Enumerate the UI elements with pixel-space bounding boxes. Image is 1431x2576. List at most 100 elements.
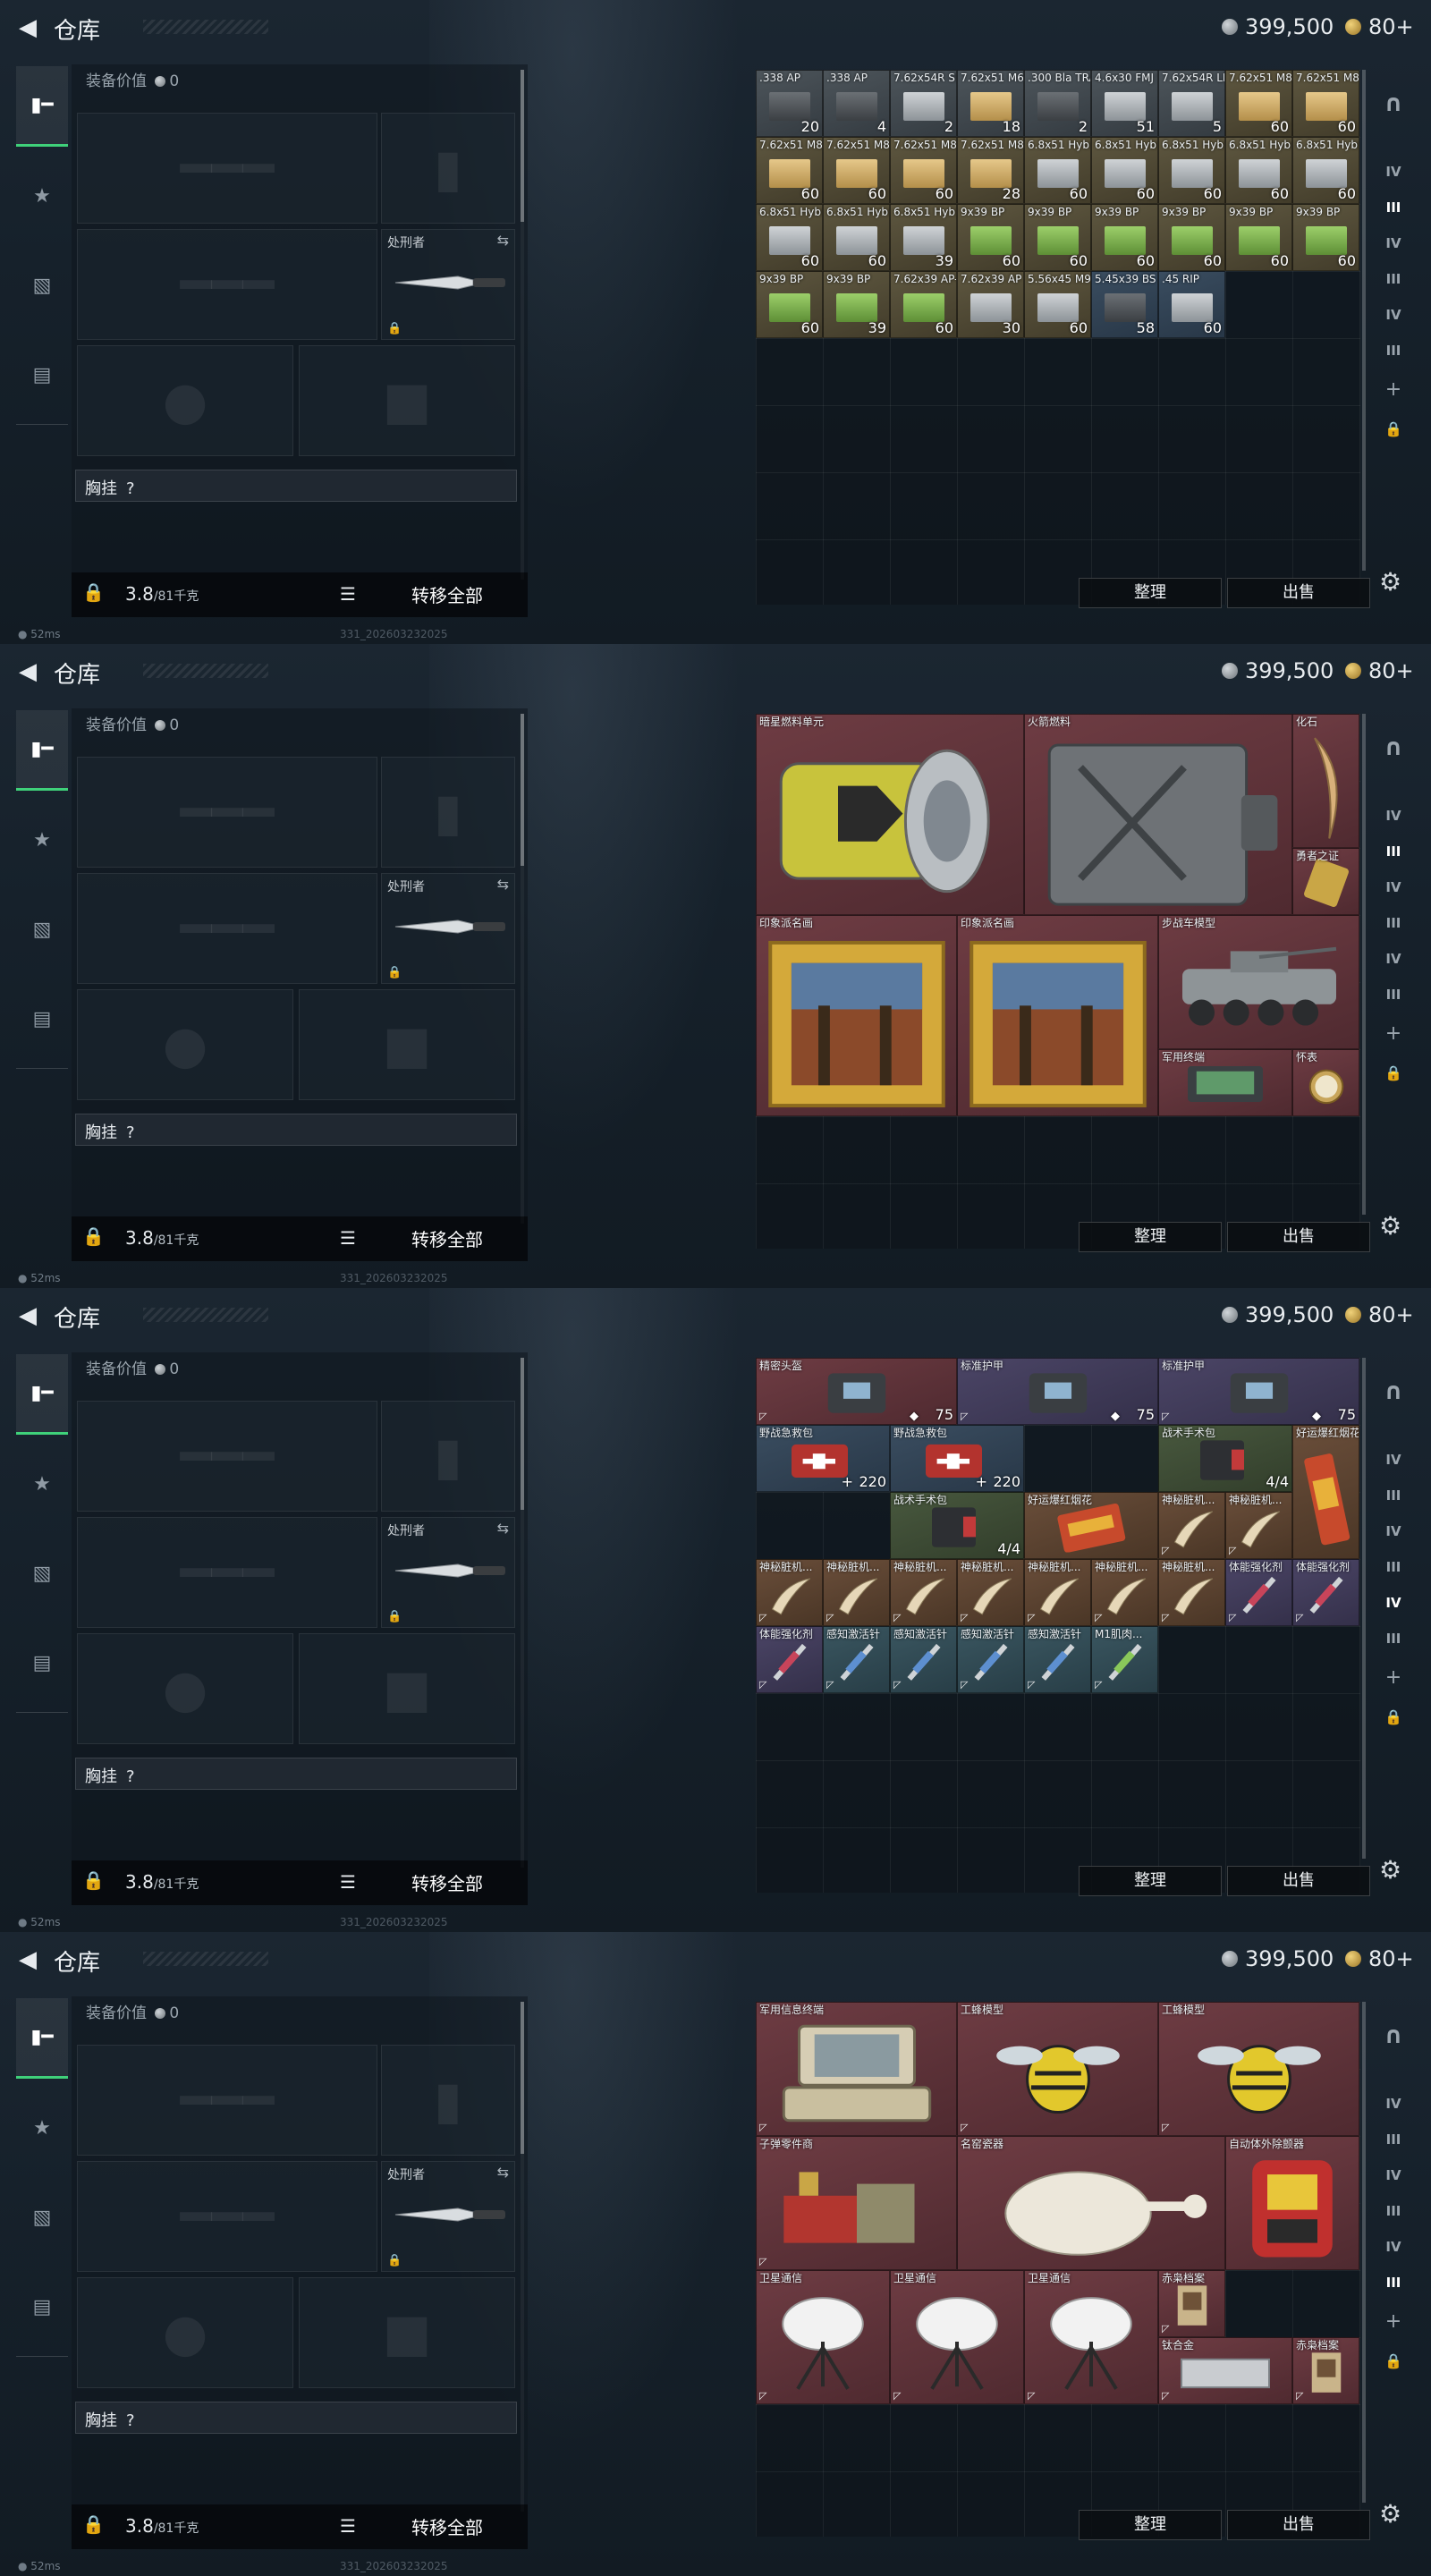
help-icon[interactable]: ? <box>126 1123 135 1142</box>
back-arrow-icon[interactable]: ◀ <box>14 1946 41 1973</box>
tier-button[interactable]: III <box>1377 907 1410 939</box>
storage-item[interactable]: 6.8x51 Hybrid 60 <box>1024 137 1091 204</box>
storage-item[interactable]: 7.62x39 AP 30 <box>957 271 1024 338</box>
storage-item[interactable]: 7.62x51 M80 28 <box>957 137 1024 204</box>
back-arrow-icon[interactable]: ◀ <box>14 1302 41 1329</box>
storage-item[interactable]: 6.8x51 Hybrid 60 <box>1091 137 1158 204</box>
gear-icon[interactable]: ⚙ <box>1379 1855 1401 1885</box>
storage-scrollbar[interactable] <box>1362 70 1366 571</box>
scroll-thumb[interactable] <box>1362 1358 1366 1859</box>
storage-item[interactable]: 卫星通信 ◸ <box>756 2270 890 2404</box>
storage-item[interactable]: 神秘脏机... ◸ <box>890 1559 957 1626</box>
storage-item[interactable]: 赤枭档案 ◸ <box>1292 2337 1359 2404</box>
storage-item[interactable]: 自动体外除颤器 <box>1225 2136 1359 2270</box>
storage-item[interactable]: 感知激活针 ◸ <box>823 1626 890 1693</box>
swap-icon[interactable]: ⇆ <box>497 1520 509 1537</box>
bonds-display[interactable]: 80+ <box>1345 1946 1414 1971</box>
storage-item[interactable]: 神秘脏机... ◸ <box>756 1559 823 1626</box>
sell-button[interactable]: 出售 <box>1227 1866 1370 1896</box>
storage-item[interactable]: 6.8x51 Hybrid 60 <box>1292 137 1359 204</box>
primary-weapon-slot[interactable]: ━━━ <box>77 2045 377 2156</box>
tab-armor[interactable]: ★ <box>16 156 68 236</box>
lock-icon[interactable]: 🔒 <box>1377 1057 1410 1089</box>
storage-item[interactable]: M1肌肉... ◸ <box>1091 1626 1158 1693</box>
transfer-all-button[interactable]: 转移全部 <box>411 581 483 607</box>
tier-button[interactable]: + <box>1377 2306 1410 2338</box>
storage-grid[interactable]: 精密头盔 ◆ 75 ◸ 标准护甲 ◆ 75 ◸ 标准护甲 ◆ 75 ◸ 野战急救包 +220… <box>756 1358 1360 1893</box>
scroll-thumb[interactable] <box>521 2002 524 2154</box>
storage-item[interactable]: 神秘脏机... ◸ <box>823 1559 890 1626</box>
storage-item[interactable]: 军用终端 <box>1158 1049 1292 1116</box>
storage-item[interactable]: 火箭燃料 <box>1024 714 1292 915</box>
tier-button[interactable]: III <box>1377 2267 1410 2299</box>
tab-weapons[interactable]: ▮━ <box>16 1998 68 2079</box>
storage-item[interactable]: 7.62x51 M80 60 <box>1225 70 1292 137</box>
tab-armor[interactable]: ★ <box>16 2088 68 2168</box>
melee-slot[interactable]: 处刑者 ⇆ 🔒 <box>381 229 515 340</box>
help-icon[interactable]: ? <box>126 1767 135 1786</box>
tier-button[interactable]: III <box>1377 335 1410 367</box>
storage-item[interactable]: 9x39 BP 60 <box>1091 204 1158 271</box>
tier-button[interactable]: IV <box>1377 943 1410 975</box>
storage-item[interactable]: 神秘脏机... ◸ <box>1158 1559 1225 1626</box>
tab-armor[interactable]: ★ <box>16 1444 68 1524</box>
primary-weapon-slot[interactable]: ━━━ <box>77 1401 377 1512</box>
storage-item[interactable]: 6.8x51 Hybrid 60 <box>1158 137 1225 204</box>
storage-item[interactable]: 9x39 BP 60 <box>1024 204 1091 271</box>
swap-icon[interactable]: ⇆ <box>497 876 509 893</box>
storage-item[interactable]: 子弹零件商 ◸ <box>756 2136 957 2270</box>
swap-icon[interactable]: ⇆ <box>497 2164 509 2181</box>
sort-button[interactable]: 整理 <box>1079 2510 1222 2540</box>
gear-icon[interactable]: ⚙ <box>1379 1211 1401 1241</box>
storage-item[interactable]: 战术手术包 4/4 <box>1158 1425 1292 1492</box>
padlock-icon[interactable]: 🔒 <box>82 2513 105 2535</box>
list-icon[interactable]: ☰ <box>340 583 356 605</box>
storage-scrollbar[interactable] <box>1362 2002 1366 2503</box>
loadout-scrollbar[interactable] <box>521 714 524 1224</box>
help-icon[interactable]: ? <box>126 2411 135 2430</box>
help-icon[interactable]: ? <box>126 479 135 498</box>
helmet-slot[interactable]: ● <box>77 345 293 456</box>
lock-icon[interactable]: 🔒 <box>1377 1701 1410 1733</box>
armor-slot[interactable]: ■ <box>299 989 515 1100</box>
scroll-thumb[interactable] <box>521 1358 524 1510</box>
tier-button[interactable]: IV <box>1377 156 1410 188</box>
transfer-all-button[interactable]: 转移全部 <box>411 1869 483 1895</box>
tab-rig[interactable]: ▧ <box>16 2177 68 2258</box>
loadout-scrollbar[interactable] <box>521 70 524 580</box>
storage-item[interactable]: 感知激活针 ◸ <box>1024 1626 1091 1693</box>
scroll-thumb[interactable] <box>521 714 524 866</box>
tier-button[interactable]: III <box>1377 263 1410 295</box>
sort-button[interactable]: 整理 <box>1079 1222 1222 1252</box>
storage-item[interactable]: 体能强化剂 ◸ <box>756 1626 823 1693</box>
padlock-icon[interactable]: 🔒 <box>82 581 105 603</box>
storage-item[interactable]: 体能强化剂 ◸ <box>1225 1559 1292 1626</box>
back-arrow-icon[interactable]: ◀ <box>14 14 41 41</box>
storage-item[interactable]: 钛合金 ◸ <box>1158 2337 1292 2404</box>
storage-item[interactable]: 7.62x51 M62 18 <box>957 70 1024 137</box>
storage-scrollbar[interactable] <box>1362 714 1366 1215</box>
storage-item[interactable]: 标准护甲 ◆ 75 ◸ <box>1158 1358 1359 1425</box>
storage-item[interactable]: 卫星通信 ◸ <box>1024 2270 1158 2404</box>
primary-weapon-slot[interactable]: ━━━ <box>77 113 377 224</box>
padlock-icon[interactable]: 🔒 <box>82 1225 105 1247</box>
arch-icon[interactable]: ∩ <box>1377 1376 1410 1408</box>
tab-weapons[interactable]: ▮━ <box>16 66 68 147</box>
sell-button[interactable]: 出售 <box>1227 1222 1370 1252</box>
melee-slot[interactable]: 处刑者 ⇆ 🔒 <box>381 2161 515 2272</box>
sell-button[interactable]: 出售 <box>1227 2510 1370 2540</box>
swap-icon[interactable]: ⇆ <box>497 232 509 249</box>
storage-item[interactable]: 勇者之证 <box>1292 848 1359 915</box>
storage-item[interactable]: 9x39 BP 60 <box>957 204 1024 271</box>
armor-slot[interactable]: ■ <box>299 1633 515 1744</box>
storage-item[interactable]: 神秘脏机... ◸ <box>1024 1559 1091 1626</box>
bonds-display[interactable]: 80+ <box>1345 658 1414 683</box>
armor-slot[interactable]: ■ <box>299 345 515 456</box>
back-arrow-icon[interactable]: ◀ <box>14 658 41 685</box>
tier-button[interactable]: + <box>1377 1018 1410 1050</box>
tier-button[interactable]: III <box>1377 1479 1410 1512</box>
lock-icon[interactable]: 🔒 <box>1377 2345 1410 2377</box>
cash-display[interactable]: 399,500 <box>1222 658 1334 683</box>
tab-armor[interactable]: ★ <box>16 800 68 880</box>
storage-item[interactable]: 9x39 BP 60 <box>1225 204 1292 271</box>
